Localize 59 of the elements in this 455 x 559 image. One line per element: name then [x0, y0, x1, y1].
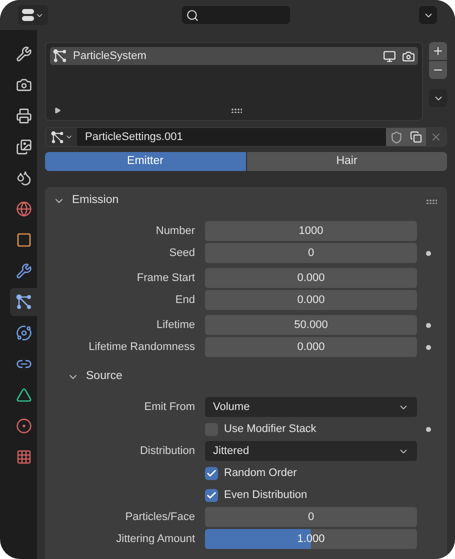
number-field[interactable]: 50.000 — [205, 315, 417, 335]
images-icon — [16, 139, 32, 155]
properties-tab[interactable] — [10, 288, 37, 316]
checkbox-label: Use Modifier Stack — [224, 422, 316, 437]
particles-icon — [53, 49, 67, 63]
number-field[interactable]: 0.000 — [205, 290, 417, 310]
number-field[interactable]: 0 — [205, 507, 417, 527]
toggle-icon — [22, 9, 34, 21]
field-label: Lifetime Randomness — [88, 340, 195, 355]
checkbox-label: Even Distribution — [224, 488, 308, 503]
checkbox[interactable] — [205, 466, 218, 480]
search-field[interactable] — [182, 6, 290, 24]
number-field[interactable]: 0.000 — [205, 268, 417, 288]
square-icon — [16, 232, 32, 248]
search-icon — [186, 8, 199, 22]
section-title[interactable]: Emission — [72, 192, 119, 210]
printer-icon — [16, 108, 32, 124]
globe-icon — [16, 201, 32, 217]
number-field[interactable]: 0 — [205, 243, 417, 263]
dropdown[interactable]: Volume — [205, 397, 417, 417]
orbit-icon — [16, 325, 32, 341]
camera-icon[interactable] — [402, 50, 415, 62]
section-title[interactable]: Source — [86, 368, 122, 386]
checkbox[interactable] — [205, 488, 218, 502]
editor-type-button[interactable] — [18, 5, 48, 25]
field-label: Frame Start — [136, 270, 195, 286]
options-button[interactable] — [419, 6, 437, 24]
field-label: Number — [156, 224, 195, 239]
dropdown[interactable]: Jittered — [205, 441, 417, 461]
number-field[interactable]: 1000 — [205, 221, 417, 241]
wrench-icon — [16, 263, 32, 279]
plus-icon — [432, 45, 444, 57]
number-field[interactable]: 0.000 — [205, 337, 417, 357]
droplets-icon — [16, 170, 32, 186]
field-label: Seed — [169, 246, 195, 261]
remove-button[interactable] — [429, 61, 447, 79]
field-label: Particles/Face — [125, 510, 195, 525]
add-button[interactable] — [429, 42, 447, 60]
checkbox-label: Random Order — [224, 466, 297, 481]
field-label: Distribution — [140, 444, 195, 459]
field-label: Emit From — [144, 400, 195, 415]
field-label: End — [175, 292, 195, 308]
list-item[interactable]: ParticleSystem — [50, 47, 418, 65]
tab[interactable]: Hair — [246, 152, 447, 171]
monitor-icon[interactable] — [383, 50, 396, 62]
field-label: Jittering Amount — [116, 532, 195, 547]
checker-icon — [16, 449, 32, 465]
check-icon — [206, 490, 217, 500]
expand-icon[interactable] — [54, 106, 61, 114]
camera-icon — [16, 77, 32, 93]
specials-button[interactable] — [429, 89, 447, 107]
particles-icon — [16, 294, 32, 310]
triangle-icon — [16, 387, 32, 403]
grip-icon[interactable] — [426, 198, 437, 204]
check-icon — [206, 468, 217, 478]
tab[interactable]: Emitter — [45, 152, 246, 171]
field-label: Lifetime — [156, 318, 195, 333]
resize-grip-icon[interactable] — [231, 108, 242, 112]
wrench-icon — [16, 46, 32, 62]
